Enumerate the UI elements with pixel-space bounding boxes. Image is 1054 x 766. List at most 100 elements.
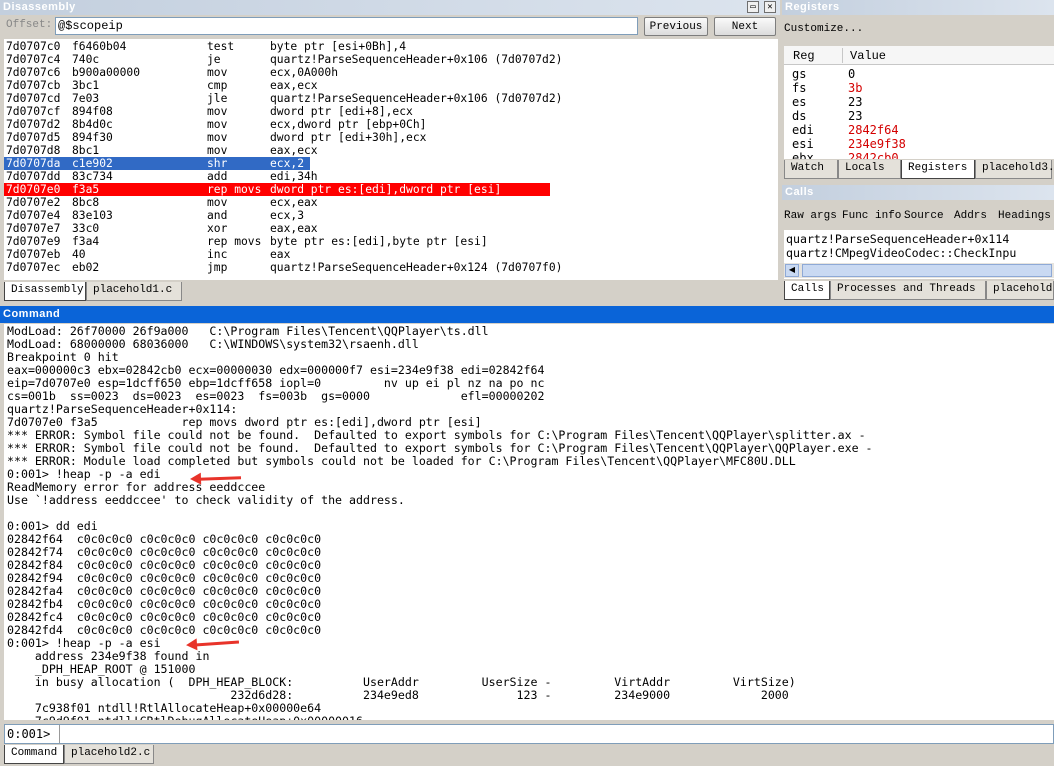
command-output-line: 7c9d9f01 ntdll!CRtlDebugAllocateHeap+0x0… (7, 715, 1054, 721)
disassembly-line[interactable]: 7d0707e9 f3a4 rep movs byte ptr es:[edi],by… (4, 235, 778, 248)
register-name: ebx (792, 151, 814, 159)
registers-title-bar[interactable]: Registers (782, 0, 1054, 15)
tab-command[interactable]: Command (4, 745, 64, 764)
command-output-line (7, 507, 1054, 520)
instr-bytes: 894f30 (72, 131, 113, 144)
tab-placehold[interactable]: placehold (986, 281, 1054, 300)
calls-scroll-thumb[interactable] (802, 264, 1052, 277)
disassembly-line[interactable]: 7d0707c6 b900a00000 mov ecx,0A000h (4, 66, 778, 79)
calls-source-button[interactable]: Source (904, 210, 944, 222)
register-row[interactable]: gs 0 (784, 67, 1054, 81)
instr-operands: ecx,eax (270, 196, 318, 209)
instr-mnemonic: mov (207, 131, 228, 144)
instr-operands: eax (270, 248, 291, 261)
calls-headings-button[interactable]: Headings (998, 210, 1051, 222)
disassembly-line[interactable]: 7d0707e7 33c0 xor eax,eax (4, 222, 778, 235)
disassembly-line[interactable]: 7d0707e0 f3a5 rep movs dword ptr es:[edi],d… (4, 183, 778, 196)
instr-address: 7d0707c4 (6, 53, 61, 66)
calls-scrollbar[interactable]: ◀ (784, 263, 1054, 278)
calls-func-info-button[interactable]: Func info (842, 210, 901, 222)
instr-mnemonic: mov (207, 105, 228, 118)
instr-bytes: 8b4d0c (72, 118, 113, 131)
tab-watch[interactable]: Watch (784, 160, 838, 179)
column-reg[interactable]: Reg (793, 49, 815, 63)
instr-mnemonic: jle (207, 92, 228, 105)
command-prompt: 0:001> (7, 727, 51, 741)
command-output[interactable]: ModLoad: 26f70000 26f9a000 C:\Program Fi… (4, 324, 1054, 720)
register-row[interactable]: ds 23 (784, 109, 1054, 123)
disassembly-line[interactable]: 7d0707d5 894f30 mov dword ptr [edi+30h],ecx (4, 131, 778, 144)
disassembly-line[interactable]: 7d0707dd 83c734 add edi,34h (4, 170, 778, 183)
offset-input[interactable] (55, 17, 638, 35)
calls-addrs-button[interactable]: Addrs (954, 210, 987, 222)
disassembly-line[interactable]: 7d0707c0 f6460b04 test byte ptr [esi+0Bh],4 (4, 40, 778, 53)
disassembly-line[interactable]: 7d0707da c1e902 shr ecx,2 (4, 157, 778, 170)
disassembly-line[interactable]: 7d0707eb 40 inc eax (4, 248, 778, 261)
instr-operands: eax,eax (270, 222, 318, 235)
disassembly-line[interactable]: 7d0707cb 3bc1 cmp eax,ecx (4, 79, 778, 92)
instr-bytes: f3a5 (72, 183, 100, 196)
dock-icon[interactable]: ▭ (747, 1, 759, 13)
disassembly-line[interactable]: 7d0707e4 83e103 and ecx,3 (4, 209, 778, 222)
instr-mnemonic: cmp (207, 79, 228, 92)
command-output-line: *** ERROR: Module load completed but sym… (7, 454, 796, 468)
instr-mnemonic: shr (207, 157, 228, 170)
disassembly-line[interactable]: 7d0707d8 8bc1 mov eax,ecx (4, 144, 778, 157)
command-input[interactable] (63, 726, 1043, 742)
close-icon[interactable]: ✕ (764, 1, 776, 13)
previous-button[interactable]: Previous (644, 17, 708, 36)
scroll-left-icon[interactable]: ◀ (785, 264, 799, 277)
tab-placehold2-c[interactable]: placehold2.c (64, 745, 154, 764)
tab-locals[interactable]: Locals (838, 160, 901, 179)
tab-placehold3[interactable]: placehold3. (975, 160, 1054, 179)
calls-title: Calls (785, 186, 814, 198)
instr-address: 7d0707da (6, 157, 61, 170)
instr-address: 7d0707c6 (6, 66, 61, 79)
register-row[interactable]: ebx 2842cb0 (784, 151, 1054, 159)
register-row[interactable]: fs 3b (784, 81, 1054, 95)
register-name: es (792, 95, 807, 109)
instr-bytes: f3a4 (72, 235, 100, 248)
registers-panel: Reg Value gs 0 fs 3b es 23 ds 23 edi 2842f64 esi 23… (784, 46, 1054, 159)
disassembly-line[interactable]: 7d0707e2 8bc8 mov ecx,eax (4, 196, 778, 209)
call-frame[interactable]: quartz!CMpegVideoCodec::CheckInpu (786, 246, 1052, 260)
instr-operands: dword ptr [edi+30h],ecx (270, 131, 427, 144)
calls-title-bar[interactable]: Calls (782, 185, 1054, 200)
calls-toolbar: Raw args Func info Source Addrs Headings (782, 202, 1054, 230)
call-frame[interactable]: quartz!ParseSequenceHeader+0x114 (786, 232, 1052, 246)
disassembly-listing[interactable]: 7d0707c0 f6460b04 test byte ptr [esi+0Bh],4… (4, 39, 778, 280)
register-row[interactable]: esi 234e9f38 (784, 137, 1054, 151)
customize-button[interactable]: Customize... (784, 23, 863, 35)
tab-placehold1-c[interactable]: placehold1.c (86, 282, 182, 301)
disassembly-line[interactable]: 7d0707c4 740c je quartz!ParseSequenceHeader… (4, 53, 778, 66)
disassembly-title-bar[interactable]: Disassembly (0, 0, 780, 15)
calls-raw-args-button[interactable]: Raw args (784, 210, 837, 222)
disassembly-line[interactable]: 7d0707ec eb02 jmp quartz!ParseSequenceHeade… (4, 261, 778, 274)
instr-mnemonic: jmp (207, 261, 228, 274)
calls-tabs: Calls Processes and Threads placehold (784, 281, 1054, 300)
register-name: edi (792, 123, 814, 137)
tab-registers[interactable]: Registers (901, 160, 975, 179)
disassembly-line[interactable]: 7d0707d2 8b4d0c mov ecx,dword ptr [ebp+0Ch] (4, 118, 778, 131)
registers-tabs: Watch Locals Registers placehold3. (784, 160, 1054, 179)
register-value: 2842f64 (848, 123, 899, 137)
register-name: fs (792, 81, 807, 95)
register-row[interactable]: es 23 (784, 95, 1054, 109)
instr-mnemonic: inc (207, 248, 228, 261)
disassembly-line[interactable]: 7d0707cd 7e03 jle quartz!ParseSequenceHeade… (4, 92, 778, 105)
registers-header: Reg Value (784, 46, 1054, 65)
tab-processes-and-threads[interactable]: Processes and Threads (830, 281, 986, 300)
next-button[interactable]: Next (714, 17, 776, 36)
instr-address: 7d0707e0 (6, 183, 61, 196)
tab-disassembly[interactable]: Disassembly (4, 282, 86, 301)
instr-bytes: 7e03 (72, 92, 100, 105)
instr-operands: ecx,0A000h (270, 66, 339, 79)
tab-calls[interactable]: Calls (784, 281, 830, 300)
command-title-bar[interactable]: Command (0, 306, 1054, 323)
register-row[interactable]: edi 2842f64 (784, 123, 1054, 137)
column-value[interactable]: Value (850, 49, 886, 63)
disassembly-line[interactable]: 7d0707cf 894f08 mov dword ptr [edi+8],ecx (4, 105, 778, 118)
instr-operands: eax,ecx (270, 79, 318, 92)
disassembly-toolbar: Offset: Previous Next (0, 15, 780, 38)
instr-bytes: 8bc8 (72, 196, 100, 209)
